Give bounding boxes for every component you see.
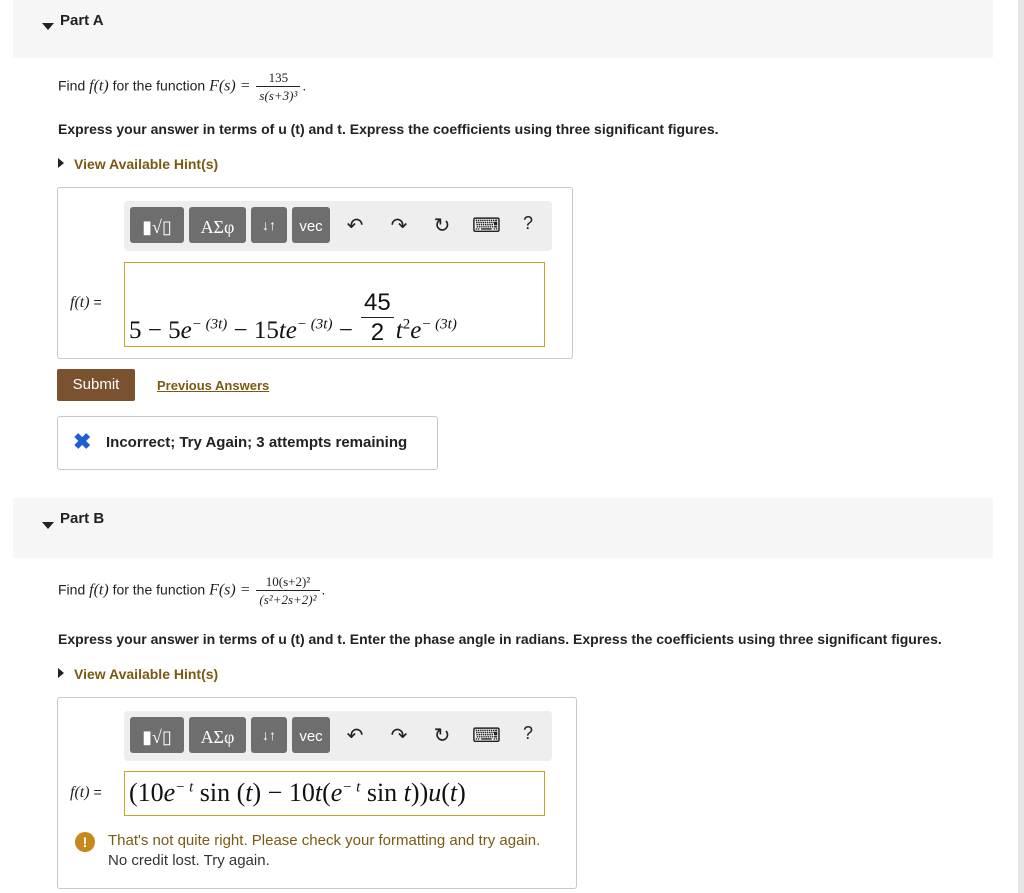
fraction: 10(s+2)² (s²+2s+2)² [256, 574, 320, 608]
vector-button[interactable]: vec [292, 207, 330, 243]
scrollbar[interactable] [1018, 0, 1024, 893]
part-a-hint-link[interactable]: View Available Hint(s) [58, 156, 218, 172]
part-b-question: Find f(t) for the function F(s) = 10(s+2… [58, 574, 326, 608]
part-a-answer-box: ▮√▯ ΑΣφ ↓↑ vec ↶ ↷ ↻ ⌨ ? f(t) = 5 − 5e− … [57, 187, 573, 359]
warning-icon: ! [75, 832, 95, 852]
part-a-header[interactable]: Part A [13, 0, 993, 58]
redo-icon[interactable]: ↷ [386, 723, 412, 748]
vector-button[interactable]: vec [292, 717, 330, 753]
templates-button[interactable]: ▮√▯ [130, 207, 184, 243]
part-a-title: Part A [60, 12, 104, 29]
answer-label: f(t) = [70, 784, 102, 801]
collapse-triangle-icon[interactable] [42, 23, 54, 30]
answer-expression: (10e− t sin (t) − 10t(e− t sin t))u(t) [129, 778, 466, 807]
undo-icon[interactable]: ↶ [342, 213, 368, 238]
part-b-header[interactable]: Part B [13, 498, 993, 558]
part-b-answer-box: ▮√▯ ΑΣφ ↓↑ vec ↶ ↷ ↻ ⌨ ? f(t) = (10e− t … [57, 697, 577, 889]
collapse-triangle-icon[interactable] [42, 522, 54, 529]
reset-icon[interactable]: ↻ [429, 723, 455, 748]
keyboard-icon[interactable]: ⌨ [472, 213, 501, 238]
previous-answers-link[interactable]: Previous Answers [157, 378, 269, 393]
help-icon[interactable]: ? [515, 723, 541, 744]
redo-icon[interactable]: ↷ [386, 213, 412, 238]
help-icon[interactable]: ? [515, 213, 541, 234]
submit-button[interactable]: Submit [57, 369, 135, 401]
undo-icon[interactable]: ↶ [342, 723, 368, 748]
expand-arrow-icon [58, 158, 64, 168]
part-a-answer-field[interactable]: 5 − 5e− (3t) − 15te− (3t) − 45 2 t2e− (3t) [124, 262, 545, 347]
part-b-instruction: Express your answer in terms of u (t) an… [58, 631, 942, 647]
greek-symbols-button[interactable]: ΑΣφ [189, 717, 246, 753]
part-a-question: Find f(t) for the function F(s) = 135 s(… [58, 70, 307, 104]
math-toolbar: ▮√▯ ΑΣφ ↓↑ vec ↶ ↷ ↻ ⌨ ? [124, 201, 552, 251]
answer-label: f(t) = [70, 294, 102, 311]
arrows-button[interactable]: ↓↑ [251, 207, 287, 243]
answer-expression: 5 − 5e− (3t) − 15te− (3t) − 45 2 t2e− (3t) [129, 289, 457, 346]
part-b-title: Part B [60, 510, 105, 527]
templates-button[interactable]: ▮√▯ [130, 717, 184, 753]
expand-arrow-icon [58, 668, 64, 678]
format-warning: That's not quite right. Please check you… [108, 832, 541, 849]
keyboard-icon[interactable]: ⌨ [472, 723, 501, 748]
incorrect-x-icon: ✖ [73, 429, 92, 454]
part-b-hint-link[interactable]: View Available Hint(s) [58, 666, 218, 682]
incorrect-feedback: ✖ Incorrect; Try Again; 3 attempts remai… [57, 416, 438, 470]
reset-icon[interactable]: ↻ [429, 213, 455, 238]
part-b-answer-field[interactable]: (10e− t sin (t) − 10t(e− t sin t))u(t) [124, 771, 545, 816]
fraction: 135 s(s+3)³ [256, 70, 301, 104]
arrows-button[interactable]: ↓↑ [251, 717, 287, 753]
greek-symbols-button[interactable]: ΑΣφ [189, 207, 246, 243]
part-a-instruction: Express your answer in terms of u (t) an… [58, 121, 719, 137]
format-warning-subtext: No credit lost. Try again. [108, 852, 270, 869]
math-toolbar: ▮√▯ ΑΣφ ↓↑ vec ↶ ↷ ↻ ⌨ ? [124, 711, 552, 761]
